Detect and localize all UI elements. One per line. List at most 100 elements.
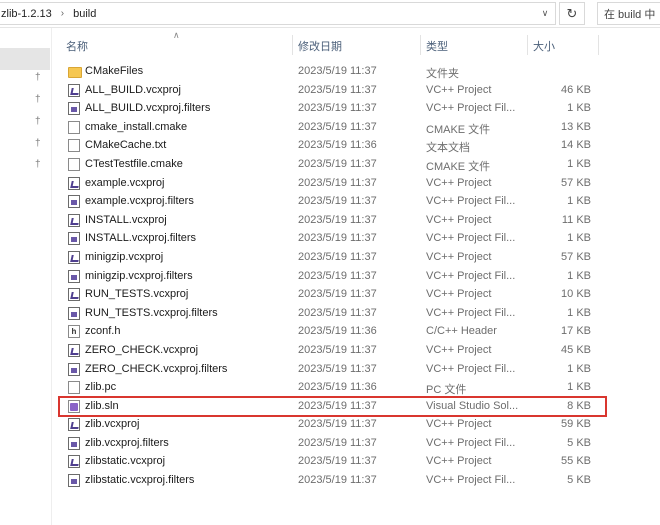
pane-divider[interactable] <box>51 28 52 525</box>
file-size: 1 KB <box>567 269 591 282</box>
file-row[interactable]: zlib.vcxproj 2023/5/19 11:37 VC++ Project 5… <box>58 415 603 434</box>
address-bar[interactable]: zlib-1.2.13 › build ∨ <box>0 2 556 25</box>
file-row[interactable]: zlib.sln 2023/5/19 11:37 Visual Studio Sol… <box>58 397 603 416</box>
file-date: 2023/5/19 11:37 <box>298 455 377 468</box>
file-date: 2023/5/19 11:36 <box>298 381 377 394</box>
file-row[interactable]: CMakeFiles 2023/5/19 11:37 文件夹 <box>58 62 603 81</box>
search-input[interactable]: 在 build 中 <box>597 2 660 25</box>
file-row[interactable]: ZERO_CHECK.vcxproj 2023/5/19 11:37 VC++ Pr… <box>58 341 603 360</box>
file-row[interactable]: h zconf.h 2023/5/19 11:36 C/C++ Header 17 KB <box>58 322 603 341</box>
file-row[interactable]: RUN_TESTS.vcxproj 2023/5/19 11:37 VC++ Pro… <box>58 285 603 304</box>
file-size: 57 KB <box>561 250 591 263</box>
file-size: 1 KB <box>567 195 591 208</box>
document-icon <box>68 157 80 171</box>
file-row[interactable]: INSTALL.vcxproj.filters 2023/5/19 11:37 VC… <box>58 229 603 248</box>
column-divider[interactable] <box>527 35 528 55</box>
file-row[interactable]: zlibstatic.vcxproj 2023/5/19 11:37 VC++ Pr… <box>58 452 603 471</box>
file-date: 2023/5/19 11:37 <box>298 102 377 115</box>
file-size: 8 KB <box>567 399 591 412</box>
pin-icon: † <box>35 72 41 83</box>
document-icon <box>68 139 80 153</box>
file-row[interactable]: INSTALL.vcxproj 2023/5/19 11:37 VC++ Proje… <box>58 211 603 230</box>
file-type: VC++ Project Fil... <box>426 474 516 487</box>
file-row[interactable]: example.vcxproj 2023/5/19 11:37 VC++ Proje… <box>58 174 603 193</box>
file-date: 2023/5/19 11:37 <box>298 213 377 226</box>
file-row[interactable]: cmake_install.cmake 2023/5/19 11:37 CMAKE … <box>58 118 603 137</box>
vcxproj-icon <box>68 213 80 227</box>
solution-icon <box>68 399 80 413</box>
file-size: 46 KB <box>561 83 591 96</box>
file-type: VC++ Project <box>426 250 492 263</box>
pin-icon: † <box>35 94 41 105</box>
filters-icon <box>68 306 80 320</box>
document-icon <box>68 120 80 134</box>
file-type: VC++ Project <box>426 83 492 96</box>
file-type: VC++ Project Fil... <box>426 195 516 208</box>
navigation-pane: † † † † † <box>0 28 52 525</box>
file-row[interactable]: RUN_TESTS.vcxproj.filters 2023/5/19 11:37… <box>58 304 603 323</box>
chevron-down-icon[interactable]: ∨ <box>535 3 555 24</box>
refresh-button[interactable]: ↻ <box>559 2 585 25</box>
vcxproj-icon <box>68 176 80 190</box>
nav-selected-item[interactable] <box>0 48 50 70</box>
column-divider[interactable] <box>598 35 599 55</box>
file-row[interactable]: minigzip.vcxproj 2023/5/19 11:37 VC++ Proj… <box>58 248 603 267</box>
file-row[interactable]: ALL_BUILD.vcxproj 2023/5/19 11:37 VC++ Pro… <box>58 81 603 100</box>
document-icon <box>68 381 80 395</box>
file-size: 57 KB <box>561 176 591 189</box>
column-header-size[interactable]: 大小 <box>533 38 555 54</box>
file-type: VC++ Project <box>426 213 492 226</box>
column-divider[interactable] <box>420 35 421 55</box>
file-name: cmake_install.cmake <box>85 120 188 133</box>
vcxproj-icon <box>68 455 80 469</box>
column-header-type[interactable]: 类型 <box>426 38 448 54</box>
refresh-icon: ↻ <box>566 5 578 21</box>
file-date: 2023/5/19 11:36 <box>298 139 377 152</box>
vcxproj-icon <box>68 343 80 357</box>
file-date: 2023/5/19 11:37 <box>298 306 377 319</box>
file-size: 45 KB <box>561 343 591 356</box>
file-date: 2023/5/19 11:37 <box>298 269 377 282</box>
filters-icon <box>68 102 80 116</box>
file-row[interactable]: zlib.pc 2023/5/19 11:36 PC 文件 1 KB <box>58 378 603 397</box>
file-row[interactable]: ZERO_CHECK.vcxproj.filters 2023/5/19 11:3… <box>58 360 603 379</box>
file-size: 59 KB <box>561 418 591 431</box>
breadcrumb-zlib[interactable]: zlib-1.2.13 <box>0 8 55 20</box>
file-date: 2023/5/19 11:37 <box>298 343 377 356</box>
column-header-date[interactable]: 修改日期 <box>298 38 342 54</box>
breadcrumb-build[interactable]: build <box>70 8 99 20</box>
file-name: ZERO_CHECK.vcxproj <box>85 343 199 356</box>
vcxproj-icon <box>68 250 80 264</box>
filters-icon <box>68 436 80 450</box>
filters-icon <box>68 362 80 376</box>
file-row[interactable]: minigzip.vcxproj.filters 2023/5/19 11:37 V… <box>58 267 603 286</box>
vcxproj-icon <box>68 83 80 97</box>
file-type: CMAKE 文件 <box>426 123 491 136</box>
file-name: INSTALL.vcxproj <box>85 213 167 226</box>
file-size: 10 KB <box>561 288 591 301</box>
file-name: zlib.pc <box>85 381 117 394</box>
file-row[interactable]: CMakeCache.txt 2023/5/19 11:36 文本文档 14 KB <box>58 136 603 155</box>
pin-icon: † <box>35 138 41 149</box>
file-size: 13 KB <box>561 120 591 133</box>
file-row[interactable]: ALL_BUILD.vcxproj.filters 2023/5/19 11:37… <box>58 99 603 118</box>
file-size: 1 KB <box>567 362 591 375</box>
file-type: VC++ Project Fil... <box>426 269 516 282</box>
file-date: 2023/5/19 11:37 <box>298 176 377 189</box>
chevron-right-icon[interactable]: › <box>55 8 70 19</box>
file-row[interactable]: zlibstatic.vcxproj.filters 2023/5/19 11:3… <box>58 471 603 490</box>
pin-icon: † <box>35 159 41 170</box>
file-row[interactable]: example.vcxproj.filters 2023/5/19 11:37 VC… <box>58 192 603 211</box>
file-date: 2023/5/19 11:37 <box>298 120 377 133</box>
file-date: 2023/5/19 11:37 <box>298 157 377 170</box>
file-row[interactable]: zlib.vcxproj.filters 2023/5/19 11:37 VC++ … <box>58 434 603 453</box>
column-divider[interactable] <box>292 35 293 55</box>
file-type: VC++ Project Fil... <box>426 102 516 115</box>
file-type: PC 文件 <box>426 384 467 397</box>
file-size: 5 KB <box>567 436 591 449</box>
file-row[interactable]: CTestTestfile.cmake 2023/5/19 11:37 CMAKE … <box>58 155 603 174</box>
file-name: example.vcxproj.filters <box>85 195 194 208</box>
file-type: VC++ Project <box>426 418 492 431</box>
file-name: zconf.h <box>85 325 121 338</box>
column-header-name[interactable]: 名称 <box>66 38 88 54</box>
